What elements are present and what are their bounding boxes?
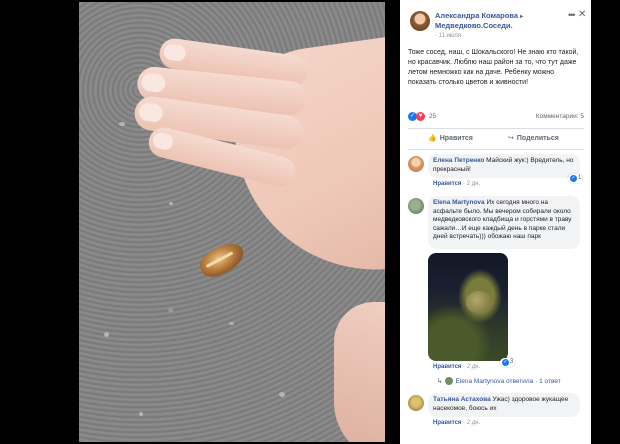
thumb — [334, 302, 385, 442]
reaction-count[interactable]: 25 — [429, 113, 436, 120]
comment: Елена Петренко Майский жук:) Вредитель, … — [408, 154, 588, 190]
comment-like-link[interactable]: Нравится — [433, 181, 461, 187]
reply-action: ответила — [506, 378, 534, 385]
backdrop — [591, 0, 620, 444]
post-date[interactable]: · 11 июля · — [435, 33, 465, 39]
comment-reaction-count: 1 — [578, 175, 582, 181]
share-icon: ↪ — [508, 135, 514, 142]
thumbs-up-icon: 👍 — [428, 135, 437, 142]
commenter-avatar[interactable] — [408, 156, 424, 172]
share-button[interactable]: ↪ Поделиться — [508, 134, 559, 142]
comment-age[interactable]: 2 дн. — [467, 181, 481, 187]
comment-reactions[interactable]: ✓ 1 — [568, 174, 584, 183]
photo-viewer — [0, 0, 400, 444]
comment-age[interactable]: 2 дн. — [467, 420, 481, 426]
comments-count[interactable]: Комментарии: 5 — [536, 113, 584, 120]
comment-reactions[interactable]: ✓ 3 — [500, 358, 516, 367]
comment-like-link[interactable]: Нравится — [433, 364, 461, 370]
comment-meta: Нравится · 2 дн. — [433, 420, 481, 426]
commenter-avatar[interactable] — [408, 198, 424, 214]
reactions-bar: ✓ ♥ 25 Комментарии: 5 — [408, 111, 584, 123]
share-label: Поделиться — [516, 135, 559, 142]
commenter-name[interactable]: Татьяна Астахова — [433, 396, 491, 403]
comment-bubble: Татьяна Астахова Ужас) здоровое жукащее … — [428, 393, 580, 417]
arrow-right-icon: ▸ — [520, 14, 524, 20]
author-name[interactable]: Александра Комарова — [435, 11, 518, 20]
group-name[interactable]: Медведково.Соседи. — [435, 21, 513, 30]
comment: Татьяна Астахова Ужас) здоровое жукащее … — [408, 393, 588, 433]
pebble — [279, 392, 285, 397]
comment-like-link[interactable]: Нравится — [433, 420, 461, 426]
post-actions: 👍 Нравится ↪ Поделиться — [408, 131, 584, 147]
hedgehog — [466, 291, 492, 313]
author-line: Александра Комарова ▸ — [435, 11, 523, 20]
comment-bubble: Елена Петренко Майский жук:) Вредитель, … — [428, 154, 580, 178]
beetle — [195, 237, 249, 283]
comment-age[interactable]: 2 дн. — [467, 364, 481, 370]
pebble — [139, 412, 143, 416]
divider — [408, 128, 584, 129]
like-reaction-icon: ✓ — [570, 175, 577, 182]
reply-arrow-icon: ↳ — [437, 378, 443, 385]
replier-avatar — [445, 377, 454, 386]
love-reaction-icon[interactable]: ♥ — [416, 112, 425, 121]
reply-count: · 1 ответ — [535, 378, 561, 385]
post-text: Тоже сосед, наш, с Шокальского! Не знаю … — [408, 49, 579, 86]
comment-bubble: Elena Martynova Их сегодня много на асфа… — [428, 196, 580, 249]
close-icon[interactable]: ✕ — [578, 9, 586, 20]
comment-photo[interactable] — [428, 253, 508, 361]
pebble — [229, 322, 234, 325]
like-reaction-icon: ✓ — [502, 359, 509, 366]
pebble — [169, 202, 173, 205]
view-replies-link[interactable]: ↳ Elena Martynova ответила · 1 ответ — [437, 377, 561, 386]
comment-meta: Нравится · 2 дн. — [433, 364, 481, 370]
pebble — [104, 332, 109, 337]
commenter-name[interactable]: Елена Петренко — [433, 157, 484, 164]
post-photo[interactable] — [79, 2, 385, 442]
like-button[interactable]: 👍 Нравится — [428, 134, 473, 142]
replier-name: Elena Martynova — [455, 378, 505, 385]
comment-reaction-count: 3 — [510, 359, 514, 365]
post-header: Александра Комарова ▸ Медведково.Соседи.… — [407, 8, 587, 39]
commenter-avatar[interactable] — [408, 395, 424, 411]
pebble — [119, 122, 125, 126]
commenter-name[interactable]: Elena Martynova — [433, 199, 485, 206]
author-avatar[interactable] — [410, 11, 430, 31]
comment-meta: Нравится · 2 дн. — [433, 181, 481, 187]
like-label: Нравится — [439, 135, 473, 142]
post-panel: Александра Комарова ▸ Медведково.Соседи.… — [400, 0, 591, 444]
divider — [408, 149, 584, 150]
more-options-icon[interactable]: ••• — [568, 10, 576, 20]
